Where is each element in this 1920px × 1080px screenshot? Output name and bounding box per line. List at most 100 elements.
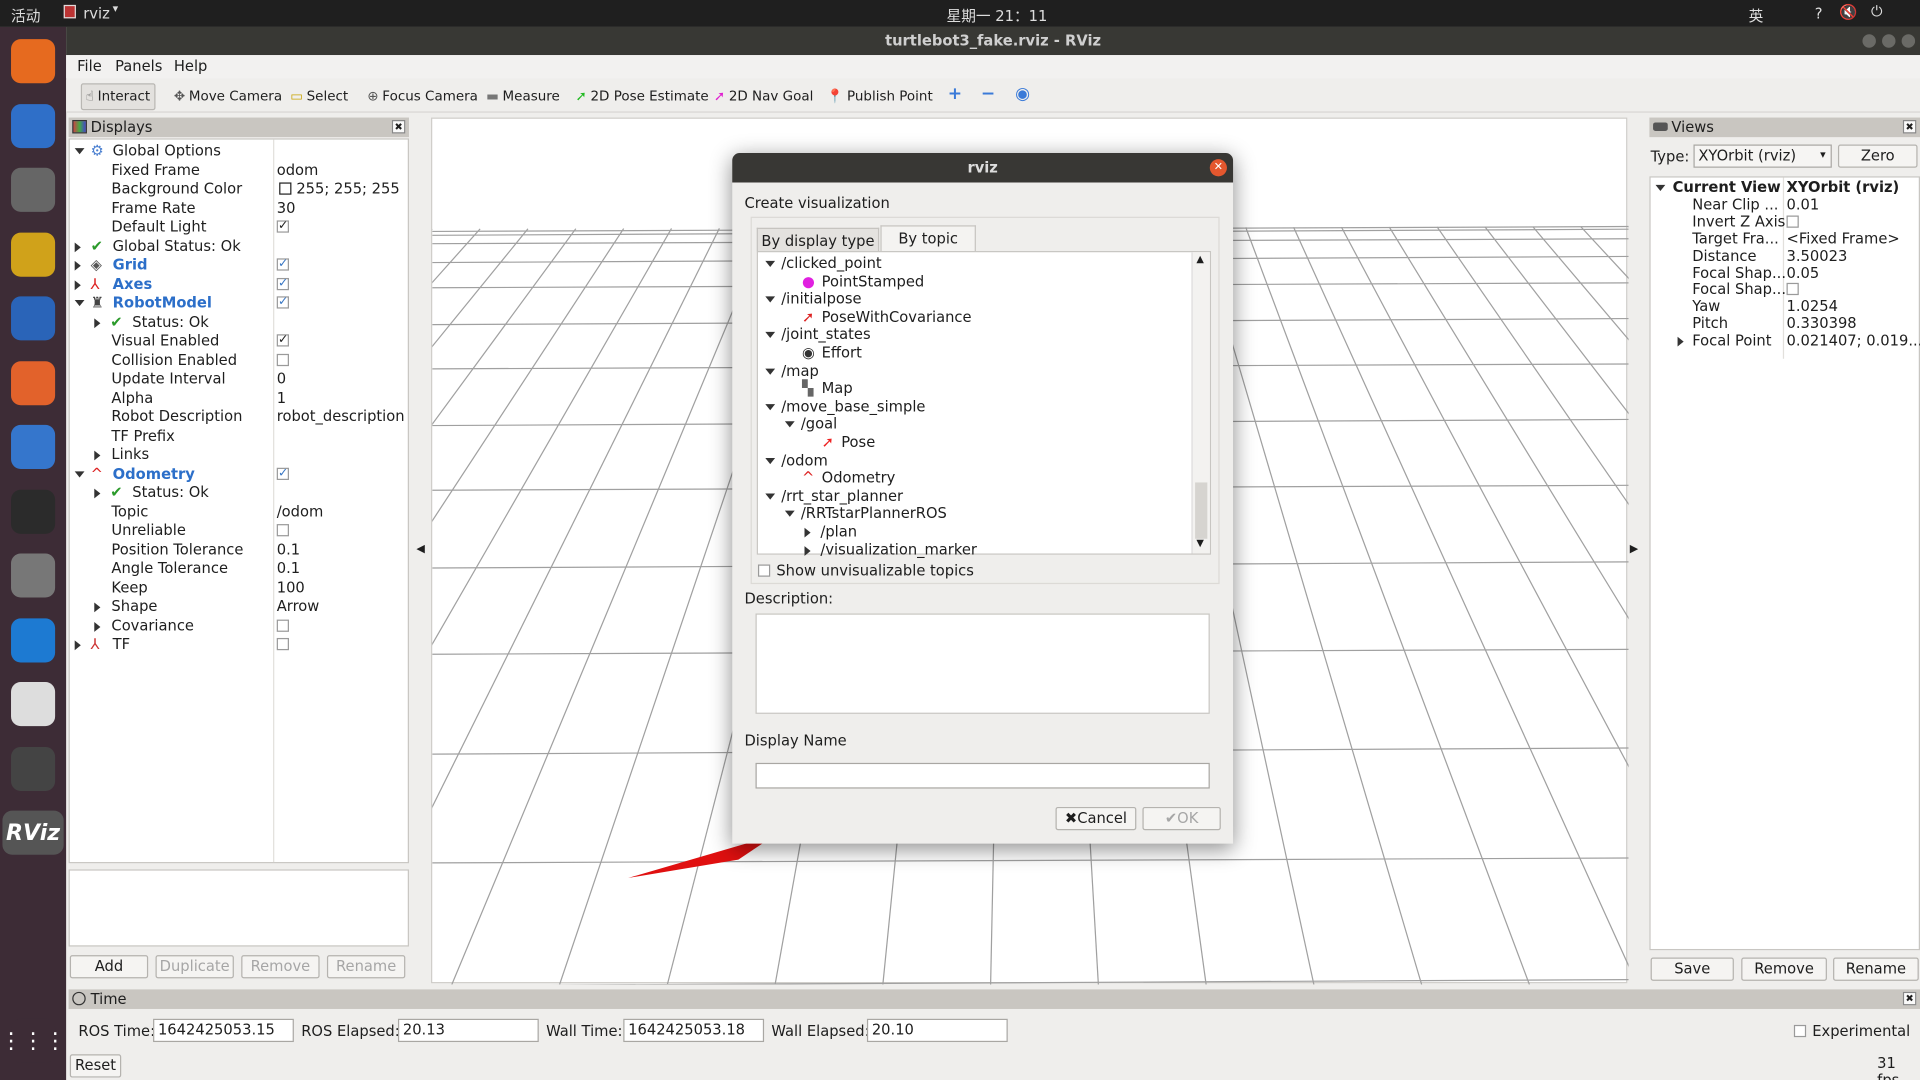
view-row[interactable]: Focal Shap... (1651, 281, 1919, 298)
expand-open-icon[interactable] (74, 470, 85, 477)
tool-2d-pose-estimate[interactable]: ➚ 2D Pose Estimate (572, 83, 713, 110)
rename-button[interactable]: Rename (1833, 957, 1919, 981)
view-row[interactable]: Pitch 0.330398 (1651, 315, 1919, 332)
reset-button[interactable]: Reset (69, 1054, 122, 1078)
display-row[interactable]: Default Light ✓ (70, 218, 408, 236)
expand-open-icon[interactable] (765, 368, 776, 375)
display-row[interactable]: Keep 100 (70, 579, 408, 597)
tool-focus-camera[interactable]: ⊕ Focus Camera (364, 83, 482, 110)
display-row[interactable]: Collision Enabled (70, 351, 408, 369)
expand-open-icon[interactable] (74, 148, 85, 155)
ros-elapsed-field[interactable]: 20.13 (397, 1018, 539, 1043)
display-row[interactable]: Links (70, 446, 408, 464)
editor-icon[interactable] (11, 682, 56, 727)
firefox-icon[interactable] (11, 39, 56, 84)
clock[interactable]: 星期一 21：11 (947, 5, 1048, 26)
writer-icon[interactable] (11, 296, 56, 341)
display-value[interactable]: 0.1 (277, 560, 300, 578)
help-icon[interactable] (11, 424, 56, 469)
zero-button[interactable]: Zero (1837, 144, 1918, 168)
expand-closed-icon[interactable] (804, 527, 811, 538)
apps-grid-icon[interactable]: ⋮⋮⋮ (0, 1018, 66, 1063)
zoom-out-icon[interactable]: − (981, 84, 995, 104)
display-row[interactable]: Topic/odom (70, 503, 408, 521)
activities-button[interactable]: 活动 (11, 5, 40, 26)
menu-help[interactable]: Help (174, 58, 208, 75)
display-value[interactable]: 100 (277, 579, 305, 597)
view-property-value[interactable]: 3.50023 (1787, 247, 1848, 264)
rviz-icon[interactable]: RViz (2, 810, 64, 855)
display-row[interactable]: ⅄ Axes ✓ (70, 275, 408, 293)
tab-by-display-type[interactable]: By display type (756, 227, 880, 253)
display-value[interactable]: 1 (277, 389, 286, 407)
display-checkbox[interactable] (276, 353, 289, 366)
display-value[interactable]: 0 (277, 370, 286, 388)
display-value[interactable]: 30 (277, 199, 296, 217)
expand-closed-icon[interactable] (94, 621, 101, 632)
view-type-select[interactable]: XYOrbit (rviz) ▾ (1693, 144, 1832, 168)
maximize-button[interactable] (1882, 34, 1896, 48)
topic-row[interactable]: /goal (758, 416, 1187, 434)
view-checkbox[interactable] (1786, 215, 1799, 228)
display-name-input[interactable] (755, 762, 1210, 789)
display-row[interactable]: TF Prefix (70, 427, 408, 445)
topic-row[interactable]: ▚ Map (758, 380, 1187, 398)
display-checkbox[interactable] (276, 637, 289, 651)
topic-row[interactable]: /map (758, 362, 1187, 380)
remove-button[interactable]: Remove (1741, 957, 1827, 981)
collapse-left-icon[interactable]: ◀ (416, 544, 424, 556)
expand-closed-icon[interactable] (94, 602, 101, 613)
display-row[interactable]: ⚙ Global Options (70, 142, 408, 160)
rhythmbox-icon[interactable] (11, 232, 56, 277)
power-icon[interactable]: ⏻ (1871, 2, 1883, 20)
display-row[interactable]: ◈ Grid ✓ (70, 256, 408, 274)
close-icon[interactable]: ✖ (1902, 120, 1917, 134)
display-row[interactable]: ♜ RobotModel ✓ (70, 294, 408, 312)
topic-row[interactable]: /joint_states (758, 326, 1187, 344)
display-row[interactable]: ✔ Global Status: Ok (70, 237, 408, 255)
tab-by-topic[interactable]: By topic (880, 225, 976, 253)
display-value[interactable]: odom (277, 161, 319, 179)
expand-closed-icon[interactable] (1677, 336, 1684, 347)
duplicate-button[interactable]: Duplicate (155, 955, 234, 979)
thunderbird-icon[interactable] (11, 103, 56, 148)
expand-open-icon[interactable] (74, 300, 85, 307)
view-property-value[interactable]: 0.021407; 0.019... (1787, 332, 1920, 349)
display-checkbox[interactable]: ✓ (276, 277, 289, 290)
display-checkbox[interactable]: ✓ (276, 334, 289, 347)
tool-2d-nav-goal[interactable]: ➚ 2D Nav Goal (710, 83, 817, 110)
menu-panels[interactable]: Panels (115, 58, 162, 75)
display-checkbox[interactable] (276, 618, 289, 632)
expand-open-icon[interactable] (765, 457, 776, 464)
scroll-up-icon[interactable]: ▲ (1196, 253, 1204, 264)
view-row[interactable]: Yaw 1.0254 (1651, 298, 1919, 315)
display-row[interactable]: Unreliable (70, 522, 408, 540)
topic-row[interactable]: /rrt_star_planner (758, 487, 1187, 505)
close-icon[interactable]: ✕ (1209, 159, 1227, 177)
displays-tree[interactable]: ⚙ Global Options Fixed Frame odom Background… (68, 138, 409, 864)
topic-row[interactable]: /visualization_marker (758, 541, 1187, 559)
collapse-right-icon[interactable]: ▶ (1630, 544, 1638, 556)
scrollbar-thumb[interactable] (1195, 482, 1208, 539)
topic-row[interactable]: ➚ Pose (758, 433, 1187, 451)
updater-icon[interactable] (11, 746, 56, 791)
display-checkbox[interactable]: ✓ (276, 296, 289, 309)
display-checkbox[interactable]: ✓ (276, 220, 289, 233)
view-property-value[interactable]: 0.330398 (1787, 315, 1857, 332)
topic-row[interactable]: /RRTstarPlannerROS (758, 505, 1187, 523)
display-value[interactable]: robot_description (277, 408, 405, 426)
wall-time-field[interactable]: 1642425053.18 (623, 1018, 765, 1043)
tool-measure[interactable]: ▬ Measure (482, 83, 563, 110)
display-row[interactable]: Shape Arrow (70, 598, 408, 616)
expand-closed-icon[interactable] (74, 640, 81, 651)
software-icon[interactable] (11, 360, 56, 405)
display-row[interactable]: Alpha 1 (70, 389, 408, 407)
display-row[interactable]: ✔ Status: Ok (70, 484, 408, 502)
scrollbar[interactable]: ▲ ▼ (1191, 252, 1210, 554)
tool-move-camera[interactable]: ✥ Move Camera (170, 83, 286, 110)
display-row[interactable]: Angle Tolerance 0.1 (70, 560, 408, 578)
eye-icon[interactable]: ◉ (1015, 84, 1030, 104)
close-icon[interactable]: ✖ (391, 120, 406, 134)
tool-select[interactable]: ▭ Select (287, 83, 352, 110)
topic-row[interactable]: /initialpose (758, 290, 1187, 308)
